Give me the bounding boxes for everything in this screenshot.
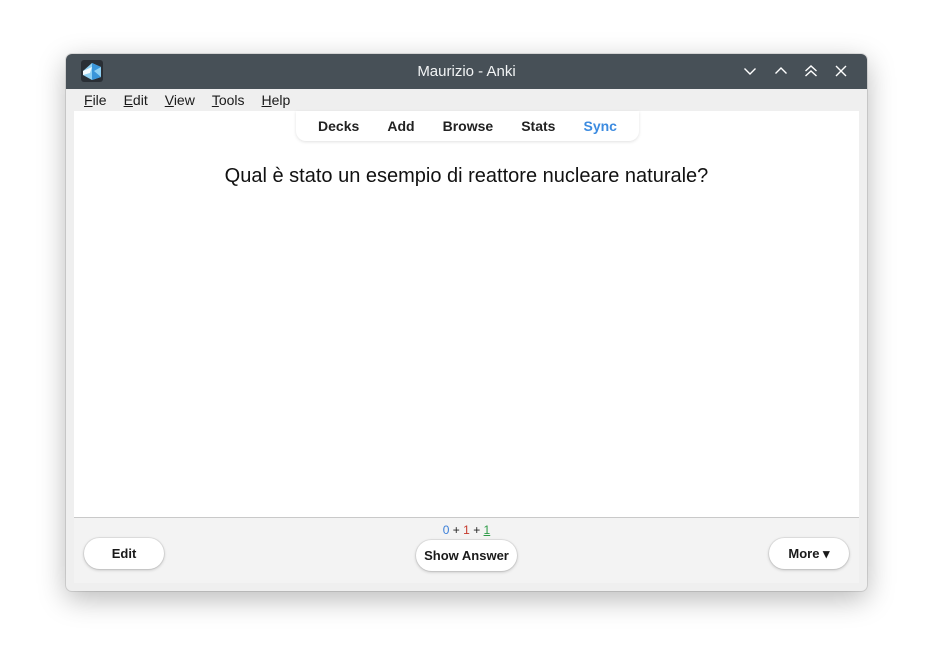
show-answer-button[interactable]: Show Answer — [416, 540, 517, 571]
sync-link[interactable]: Sync — [584, 118, 617, 134]
menu-bar: File Edit View Tools Help — [74, 89, 859, 111]
menu-edit[interactable]: Edit — [114, 92, 155, 108]
keep-above-icon[interactable] — [801, 61, 821, 81]
menu-help[interactable]: Help — [252, 92, 298, 108]
more-button[interactable]: More ▾ — [769, 538, 849, 569]
learning-count: 1 — [463, 523, 470, 537]
add-link[interactable]: Add — [387, 118, 414, 134]
edit-button[interactable]: Edit — [84, 538, 164, 569]
top-toolbar: Decks Add Browse Stats Sync — [296, 111, 639, 141]
bottom-bar: 0 + 1 + 1 Edit Show Answer More ▾ — [74, 517, 859, 583]
card-question: Qual è stato un esempio di reattore nucl… — [224, 165, 709, 187]
count-separator: + — [473, 523, 481, 537]
decks-link[interactable]: Decks — [318, 118, 359, 134]
title-bar[interactable]: Maurizio - Anki — [66, 54, 867, 89]
due-counts: 0 + 1 + 1 — [74, 523, 859, 537]
menu-tools[interactable]: Tools — [202, 92, 252, 108]
browse-link[interactable]: Browse — [443, 118, 494, 134]
stats-link[interactable]: Stats — [521, 118, 555, 134]
reviewer-area: Decks Add Browse Stats Sync Qual è stato… — [74, 111, 859, 518]
maximize-icon[interactable] — [771, 61, 791, 81]
close-icon[interactable] — [831, 61, 851, 81]
review-count: 1 — [483, 523, 491, 537]
new-count: 0 — [442, 523, 450, 537]
menu-view[interactable]: View — [155, 92, 202, 108]
count-separator: + — [452, 523, 460, 537]
anki-window: Maurizio - Anki File Edit View Tools Hel… — [66, 54, 867, 591]
minimize-icon[interactable] — [740, 61, 760, 81]
menu-file[interactable]: File — [74, 92, 114, 108]
